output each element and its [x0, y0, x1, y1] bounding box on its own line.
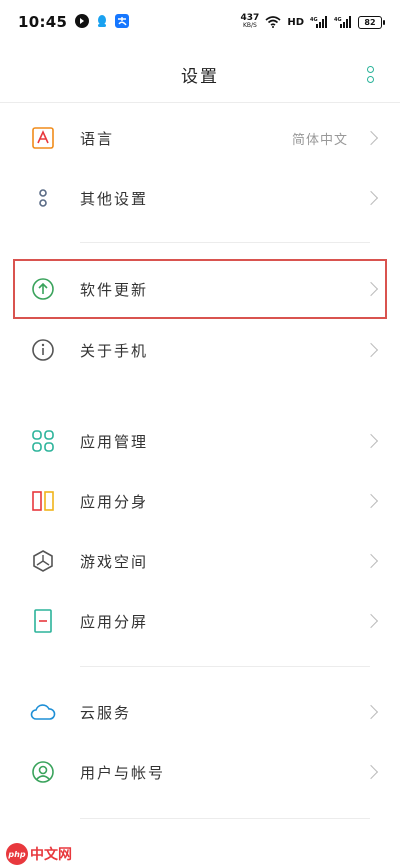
split-screen-icon: [30, 608, 56, 634]
cloud-icon: [30, 699, 56, 725]
game-space-icon: [30, 548, 56, 574]
user-account-icon: [30, 759, 56, 785]
settings-row-split[interactable]: 应用分屏: [0, 591, 400, 651]
chevron-right-icon: [363, 704, 379, 720]
section-divider: [80, 666, 370, 667]
settings-row-clone[interactable]: 应用分身: [0, 471, 400, 531]
chevron-right-icon: [363, 493, 379, 509]
chevron-right-icon: [363, 553, 379, 569]
chevron-right-icon: [363, 764, 379, 780]
chevron-right-icon: [363, 130, 379, 146]
status-right: 437 KB/S HD 4G 4G 82: [240, 13, 385, 32]
row-label: 应用分屏: [80, 612, 149, 631]
chevron-right-icon: [363, 342, 379, 358]
page-title: 设置: [181, 66, 219, 87]
row-label: 游戏空间: [80, 552, 149, 571]
watermark-badge: php: [6, 843, 28, 865]
header-divider: [0, 102, 400, 103]
watermark-text: 中文网: [30, 846, 72, 862]
row-value: 简体中文: [291, 132, 348, 148]
signal-icon: 4G: [334, 13, 352, 32]
row-label: 用户与帐号: [80, 763, 166, 782]
section-gap: [0, 394, 400, 404]
info-circle-icon: [30, 337, 56, 363]
status-left-icons: [75, 13, 130, 32]
row-label: 软件更新: [80, 280, 149, 299]
row-label: 关于手机: [80, 341, 149, 360]
watermark: php 中文网: [6, 843, 72, 865]
status-time: 10:45: [18, 13, 68, 31]
settings-row-apps[interactable]: 应用管理: [0, 411, 400, 471]
row-label: 应用分身: [80, 492, 149, 511]
hd-label: HD: [287, 16, 304, 28]
arrow-up-circle-icon: [30, 276, 56, 302]
header: 设置: [0, 46, 400, 102]
svg-text:4G: 4G: [310, 17, 318, 23]
chevron-right-icon: [363, 281, 379, 297]
settings-row-cloud[interactable]: 云服务: [0, 682, 400, 742]
battery-level: 82: [364, 17, 376, 27]
settings-row-about[interactable]: 关于手机: [0, 320, 400, 380]
row-label: 语言: [80, 129, 115, 148]
language-icon: [30, 125, 56, 151]
wifi-icon: [265, 13, 281, 32]
net-speed: 437 KB/S: [240, 13, 260, 30]
settings-row-other[interactable]: 其他设置: [0, 168, 400, 228]
chevron-right-icon: [363, 613, 379, 629]
settings-row-language[interactable]: 语言 简体中文: [0, 108, 400, 168]
apps-grid-icon: [30, 428, 56, 454]
section-divider: [80, 818, 370, 819]
svg-text:4G: 4G: [334, 17, 342, 23]
alipay-icon: [115, 13, 130, 32]
section-divider: [80, 242, 370, 243]
signal-icon: 4G: [310, 13, 328, 32]
chevron-right-icon: [363, 433, 379, 449]
other-settings-icon: [30, 185, 56, 211]
settings-row-update[interactable]: 软件更新: [0, 259, 400, 319]
tiktok-icon: [75, 13, 90, 32]
settings-row-game[interactable]: 游戏空间: [0, 531, 400, 591]
more-vertical-icon[interactable]: [360, 64, 380, 84]
status-bar: 10:45 437 KB/S HD 4G 4G 82: [0, 0, 400, 44]
row-label: 云服务: [80, 703, 132, 722]
app-clone-icon: [30, 488, 56, 514]
chevron-right-icon: [363, 190, 379, 206]
row-label: 应用管理: [80, 432, 149, 451]
settings-row-account[interactable]: 用户与帐号: [0, 742, 400, 802]
battery-indicator: 82: [358, 15, 385, 29]
row-label: 其他设置: [80, 189, 149, 208]
qq-icon: [95, 13, 109, 32]
